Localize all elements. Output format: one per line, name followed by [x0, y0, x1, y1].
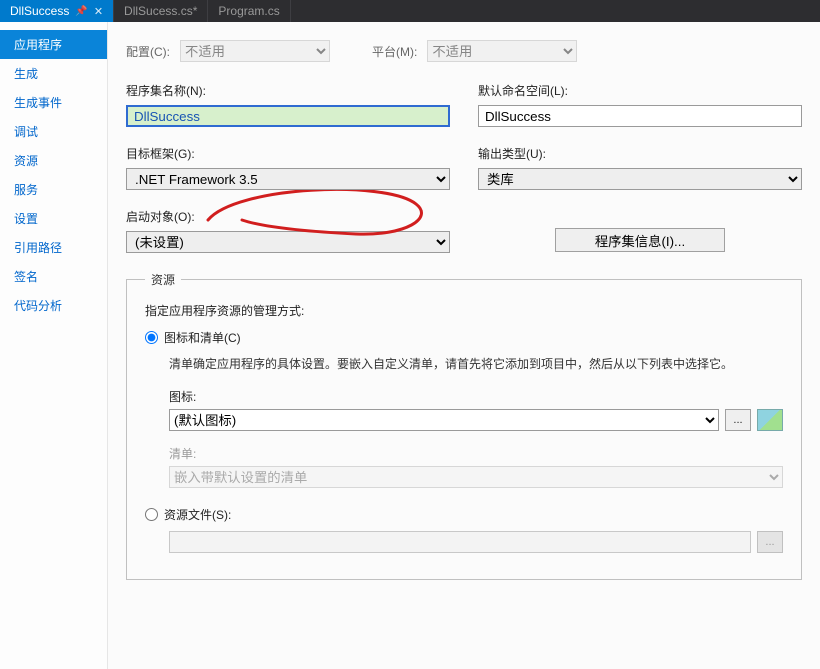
startup-object-label: 启动对象(O):: [126, 208, 450, 225]
resource-file-input: [169, 531, 751, 553]
icon-preview: [757, 409, 783, 431]
sidebar-item-build-events[interactable]: 生成事件: [0, 88, 107, 117]
resources-legend: 资源: [145, 271, 181, 288]
sidebar-item-build[interactable]: 生成: [0, 59, 107, 88]
config-platform-row: 配置(C): 不适用 平台(M): 不适用: [126, 40, 802, 62]
radio-resource-file[interactable]: [145, 508, 158, 521]
assembly-name-label: 程序集名称(N):: [126, 82, 450, 99]
default-namespace-input[interactable]: [478, 105, 802, 127]
resources-fieldset: 资源 指定应用程序资源的管理方式: 图标和清单(C) 清单确定应用程序的具体设置…: [126, 271, 802, 580]
radio-icon-manifest-label: 图标和清单(C): [164, 329, 241, 346]
tab-label: DllSucess.cs*: [124, 4, 197, 18]
sidebar-item-services[interactable]: 服务: [0, 175, 107, 204]
icon-label: 图标:: [169, 388, 783, 405]
startup-object-select[interactable]: (未设置): [126, 231, 450, 253]
target-framework-select[interactable]: .NET Framework 3.5: [126, 168, 450, 190]
output-type-select[interactable]: 类库: [478, 168, 802, 190]
tab-dllsucess-cs[interactable]: DllSucess.cs*: [114, 0, 208, 22]
property-page-nav: 应用程序 生成 生成事件 调试 资源 服务 设置 引用路径 签名 代码分析: [0, 22, 108, 669]
icon-select[interactable]: (默认图标): [169, 409, 719, 431]
icon-manifest-description: 清单确定应用程序的具体设置。要嵌入自定义清单，请首先将它添加到项目中，然后从以下…: [169, 354, 783, 374]
icon-browse-button[interactable]: ...: [725, 409, 751, 431]
manifest-label: 清单:: [169, 445, 783, 462]
tab-dllsuccess[interactable]: DllSuccess 📌 ✕: [0, 0, 114, 22]
default-namespace-label: 默认命名空间(L):: [478, 82, 802, 99]
sidebar-item-reference-paths[interactable]: 引用路径: [0, 233, 107, 262]
manifest-select: 嵌入带默认设置的清单: [169, 466, 783, 488]
radio-icon-manifest[interactable]: [145, 331, 158, 344]
sidebar-item-debug[interactable]: 调试: [0, 117, 107, 146]
radio-resource-file-label: 资源文件(S):: [164, 506, 231, 523]
sidebar-item-resources[interactable]: 资源: [0, 146, 107, 175]
sidebar-item-settings[interactable]: 设置: [0, 204, 107, 233]
platform-select: 不适用: [427, 40, 577, 62]
tab-label: DllSuccess: [10, 4, 69, 18]
config-label: 配置(C):: [126, 43, 170, 60]
close-icon[interactable]: ✕: [94, 5, 103, 18]
sidebar-item-code-analysis[interactable]: 代码分析: [0, 291, 107, 320]
resources-heading: 指定应用程序资源的管理方式:: [145, 302, 783, 319]
resource-file-browse-button: ...: [757, 531, 783, 553]
platform-label: 平台(M):: [372, 43, 417, 60]
tab-label: Program.cs: [218, 4, 279, 18]
tab-program-cs[interactable]: Program.cs: [208, 0, 290, 22]
sidebar-item-application[interactable]: 应用程序: [0, 30, 107, 59]
tab-bar: DllSuccess 📌 ✕ DllSucess.cs* Program.cs: [0, 0, 820, 22]
output-type-label: 输出类型(U):: [478, 145, 802, 162]
config-select: 不适用: [180, 40, 330, 62]
assembly-name-input[interactable]: [126, 105, 450, 127]
sidebar-item-signing[interactable]: 签名: [0, 262, 107, 291]
pin-icon[interactable]: 📌: [75, 6, 87, 17]
property-page-content: 配置(C): 不适用 平台(M): 不适用 程序集名称(N): 默认命名空间(L…: [108, 22, 820, 669]
assembly-info-button[interactable]: 程序集信息(I)...: [555, 228, 725, 252]
target-framework-label: 目标框架(G):: [126, 145, 450, 162]
